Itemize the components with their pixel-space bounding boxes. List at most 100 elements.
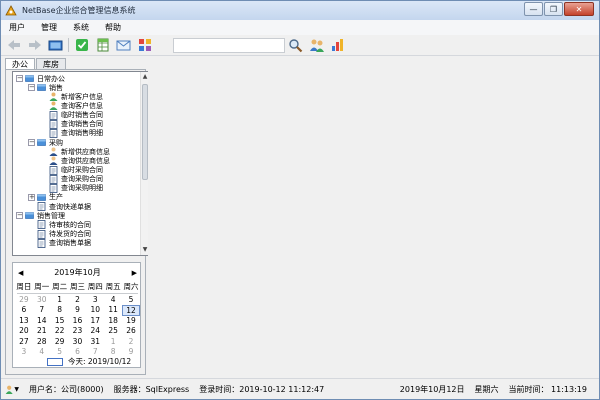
- weekday-label: 周二: [52, 282, 68, 291]
- calendar-day[interactable]: 5: [122, 295, 140, 306]
- blocks-icon[interactable]: [136, 37, 153, 54]
- calendar-day[interactable]: 29: [15, 295, 33, 306]
- app-logo-icon: [5, 4, 17, 17]
- tree-item[interactable]: − 销售管理: [16, 211, 65, 220]
- document-icon: [37, 238, 46, 248]
- calendar-day[interactable]: 22: [51, 326, 69, 337]
- next-month-icon[interactable]: ▶: [132, 269, 137, 277]
- main-content-area: [148, 58, 597, 375]
- calendar-day[interactable]: 30: [69, 337, 87, 348]
- minimize-button[interactable]: —: [524, 2, 543, 16]
- calendar[interactable]: ◀ 2019年10月 ▶ 周日 周一 周二 周三 周四 周五 周六 29 30 1 2 3 4 5 6 7 8 9…: [12, 262, 141, 368]
- tree-item[interactable]: 查询客户信息: [49, 101, 103, 111]
- calendar-today[interactable]: 今天: 2019/10/12: [47, 356, 131, 367]
- calendar-day[interactable]: 30: [33, 295, 51, 306]
- restore-button[interactable]: ❐: [544, 2, 563, 16]
- forward-arrow-icon[interactable]: [26, 37, 43, 54]
- prev-month-icon[interactable]: ◀: [18, 269, 23, 277]
- calendar-day[interactable]: 20: [15, 326, 33, 337]
- calendar-day[interactable]: 24: [86, 326, 104, 337]
- calendar-day[interactable]: 29: [51, 337, 69, 348]
- tree-item[interactable]: − 日常办公: [16, 74, 65, 83]
- user-icon[interactable]: ▼: [5, 382, 19, 396]
- calendar-day[interactable]: 19: [122, 316, 140, 327]
- calendar-day[interactable]: 14: [33, 316, 51, 327]
- menu-user[interactable]: 用户: [1, 22, 33, 33]
- calendar-day[interactable]: 26: [122, 326, 140, 337]
- tree-item[interactable]: + 生产: [28, 193, 63, 202]
- menu-help[interactable]: 帮助: [97, 22, 129, 33]
- title-bar[interactable]: NetBase企业综合管理信息系统 — ❐ ✕: [1, 1, 599, 20]
- calendar-day[interactable]: 11: [104, 305, 122, 316]
- spreadsheet-icon[interactable]: [94, 37, 111, 54]
- search-icon[interactable]: [287, 37, 304, 54]
- calendar-day[interactable]: 27: [15, 337, 33, 348]
- expand-icon[interactable]: +: [28, 193, 35, 201]
- tree-item[interactable]: 查询快递单据: [37, 202, 91, 211]
- tree-item[interactable]: 临时销售合同: [49, 110, 103, 120]
- calendar-day[interactable]: 7: [33, 305, 51, 316]
- calendar-day[interactable]: 3: [86, 295, 104, 306]
- back-arrow-icon[interactable]: [5, 37, 22, 54]
- calendar-day[interactable]: 8: [51, 305, 69, 316]
- calendar-day[interactable]: 3: [15, 347, 33, 358]
- tree-item[interactable]: 待审核的合同: [37, 220, 91, 230]
- tree-item[interactable]: 查询采购明细: [49, 183, 103, 193]
- tree-item[interactable]: − 采购: [28, 138, 63, 147]
- status-weekday: 星期六: [474, 384, 499, 394]
- calendar-weekday-row: 周日 周一 周二 周三 周四 周五 周六: [15, 282, 140, 293]
- calendar-day[interactable]: 6: [15, 305, 33, 316]
- calendar-day[interactable]: 2: [69, 295, 87, 306]
- calendar-day[interactable]: 28: [33, 337, 51, 348]
- calendar-day[interactable]: 9: [69, 305, 87, 316]
- calendar-day[interactable]: 15: [51, 316, 69, 327]
- window-title: NetBase企业综合管理信息系统: [22, 6, 136, 15]
- status-date: 2019年10月12日: [399, 384, 465, 394]
- collapse-icon[interactable]: −: [16, 212, 23, 220]
- calendar-week-row: 29 30 1 2 3 4 5: [15, 295, 140, 306]
- navigation-tree[interactable]: ▲ ▼ − 日常办公 − 销售 新增客户信息 查询客户信息 临时销售合同 查询销售合同 查询销售…: [12, 71, 150, 256]
- calendar-day[interactable]: 1: [51, 295, 69, 306]
- collapse-icon[interactable]: −: [16, 75, 23, 82]
- close-button[interactable]: ✕: [564, 2, 594, 16]
- tree-item[interactable]: − 销售: [28, 83, 63, 92]
- tree-item[interactable]: 新增供应商信息: [49, 147, 110, 157]
- calendar-week-row: 13 14 15 16 17 18 19: [15, 316, 140, 327]
- status-bar: ▼ 用户名：公司(8000) 服务器：SqlExpress 登录时间：2019-…: [1, 378, 599, 399]
- tree-item[interactable]: 新增客户信息: [49, 92, 103, 102]
- search-input[interactable]: [173, 37, 285, 53]
- calendar-grid: 周日 周一 周二 周三 周四 周五 周六 29 30 1 2 3 4 5 6 7 8 9 10 11 12 13 14 15 1…: [15, 282, 140, 358]
- calendar-day[interactable]: 4: [104, 295, 122, 306]
- tree-item[interactable]: 查询销售明细: [49, 128, 103, 138]
- collapse-icon[interactable]: −: [28, 84, 35, 92]
- calendar-day[interactable]: 16: [69, 316, 87, 327]
- calendar-day[interactable]: 13: [15, 316, 33, 327]
- menu-manage[interactable]: 管理: [33, 22, 65, 33]
- mail-icon[interactable]: [115, 37, 132, 54]
- document-icon: [49, 119, 58, 129]
- calendar-week-row: 6 7 8 9 10 11 12: [15, 305, 140, 316]
- calendar-day[interactable]: 18: [104, 316, 122, 327]
- menu-system[interactable]: 系统: [65, 22, 97, 33]
- calendar-day[interactable]: 2: [122, 337, 140, 348]
- calendar-day[interactable]: 21: [33, 326, 51, 337]
- calendar-day[interactable]: 12: [122, 305, 140, 316]
- calendar-day[interactable]: 10: [86, 305, 104, 316]
- tree-item[interactable]: 查询供应商信息: [49, 156, 110, 166]
- calendar-day[interactable]: 1: [104, 337, 122, 348]
- calendar-day[interactable]: 17: [86, 316, 104, 327]
- user-dropdown-icon[interactable]: ▼: [14, 386, 19, 393]
- tree-item[interactable]: 查询销售合同: [49, 119, 103, 129]
- monitor-icon[interactable]: [47, 37, 64, 54]
- calendar-day[interactable]: 23: [69, 326, 87, 337]
- tree-item[interactable]: 查询销售单据: [37, 238, 91, 248]
- tree-item[interactable]: 查询采购合同: [49, 174, 103, 184]
- calendar-day[interactable]: 31: [86, 337, 104, 348]
- check-icon[interactable]: [73, 37, 90, 54]
- collapse-icon[interactable]: −: [28, 139, 35, 147]
- tree-item[interactable]: 待发货的合同: [37, 229, 91, 239]
- calendar-day[interactable]: 25: [104, 326, 122, 337]
- tree-item[interactable]: 临时采购合同: [49, 165, 103, 175]
- users-icon[interactable]: [308, 37, 325, 54]
- bar-chart-icon[interactable]: [329, 37, 346, 54]
